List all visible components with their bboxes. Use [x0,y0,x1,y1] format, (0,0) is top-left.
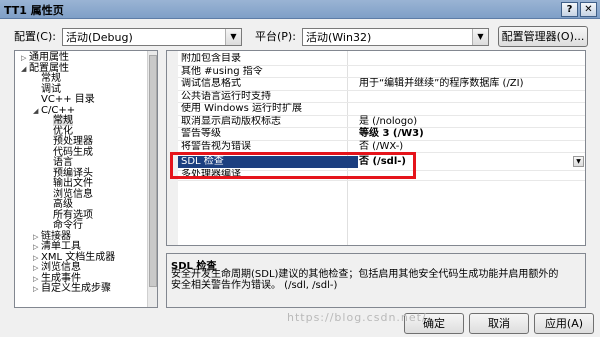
highlight-box [170,152,416,179]
tree-item-label: 清单工具 [41,241,81,252]
window-title: TT1 属性页 [4,4,64,17]
help-button[interactable]: ? [561,2,578,17]
chevron-down-icon[interactable]: ▼ [472,29,488,45]
apply-button[interactable]: 应用(A) [534,313,594,334]
tree-item-label: VC++ 目录 [41,94,95,105]
tree-item-label: 配置属性 [29,62,69,74]
title-bar: TT1 属性页 ? ✕ [0,0,600,19]
property-name: 警告等级 [181,128,221,139]
property-name: 附加包含目录 [181,53,241,64]
description-panel: SDL 检查 安全开发生命周期(SDL)建议的其他检查；包括启用其他安全代码生成… [166,253,586,308]
tree-item-label: 自定义生成步骤 [41,283,111,294]
tree-item-label: 调试 [41,83,61,95]
property-tree[interactable]: ▷ 通用属性 ◢ 配置属性 常规 调试 VC++ 目录 ◢ C/C++ 常规 优化 预处理器 代码生成语… [14,50,158,308]
property-row[interactable]: 使用 Windows 运行时扩展 [178,103,585,116]
tree-scrollbar[interactable] [147,51,157,307]
tree-item-label: 预处理器 [53,136,93,147]
platform-label: 平台(P): [255,30,296,43]
property-name: 将警告视为错误 [181,140,251,152]
property-row[interactable]: 附加包含目录 [178,53,585,66]
property-name: 其他 #using 指令 [181,65,263,77]
tree-item-label: XML 文档生成器 [41,251,116,263]
property-name: 公共语言运行时支持 [181,90,271,102]
tree-item-label: 代码生成 [53,146,93,158]
tree-item-label: 常规 [53,115,73,126]
property-grid[interactable]: 附加包含目录 其他 #using 指令 调试信息格式 用于“编辑并继续”的程序数据库 … [166,50,586,246]
grid-gutter [167,51,178,245]
platform-select[interactable]: 活动(Win32) ▼ [302,28,489,46]
platform-value: 活动(Win32) [306,31,372,44]
config-select[interactable]: 活动(Debug) ▼ [62,28,242,46]
tree-item-label: C/C++ [41,104,76,116]
tree-item-label: 优化 [53,125,73,137]
watermark: https://blog.csdn.net/... [287,311,441,324]
expand-arrow-icon[interactable]: ▷ [33,284,41,295]
expand-arrow-icon[interactable]: ▷ [33,263,41,274]
config-manager-button[interactable]: 配置管理器(O)... [498,26,588,47]
expand-arrow-icon[interactable]: ▷ [33,232,41,243]
tree-item-label: 所有选项 [53,209,93,221]
chevron-down-icon[interactable]: ▼ [573,156,584,167]
property-name: 取消显示启动版权标志 [181,115,281,127]
tree-item-label: 链接器 [41,230,71,242]
expand-arrow-icon[interactable]: ◢ [33,106,41,117]
description-body: 安全开发生命周期(SDL)建议的其他检查；包括启用其他安全代码生成功能并启用额外… [171,269,559,291]
tree-item-label: 浏览信息 [53,188,93,200]
cancel-button[interactable]: 取消 [469,313,529,334]
config-label: 配置(C): [14,30,56,43]
property-value[interactable]: 用于“编辑并继续”的程序数据库 (/ZI) [359,78,524,90]
property-name: 使用 Windows 运行时扩展 [181,103,302,114]
property-value[interactable]: 否 (/WX-) [359,141,403,153]
close-button[interactable]: ✕ [580,2,597,17]
expand-arrow-icon[interactable]: ▷ [33,242,41,253]
chevron-down-icon[interactable]: ▼ [225,29,241,45]
property-name: 调试信息格式 [181,78,241,89]
tree-item-label: 命令行 [53,220,83,231]
expand-arrow-icon[interactable]: ▷ [33,274,41,285]
tree-item-label: 高级 [53,199,73,210]
tree-item[interactable]: ▷ 自定义生成步骤 [33,283,111,295]
tree-item-label: 生成事件 [41,272,81,284]
tree-scroll-thumb[interactable] [149,55,157,287]
property-row[interactable]: 公共语言运行时支持 [178,90,585,103]
tree-item-label: 通用属性 [29,52,69,63]
tree-item-label: 输出文件 [53,178,93,189]
tree-item-label: 预编译头 [53,167,93,179]
property-value[interactable]: 是 (/nologo) [359,116,417,128]
property-value[interactable]: 等级 3 (/W3) [359,128,424,140]
tree-item-label: 语言 [53,157,73,168]
tree-item-label: 常规 [41,73,61,84]
expand-arrow-icon[interactable]: ▷ [21,53,29,64]
config-value: 活动(Debug) [66,31,133,44]
tree-item-label: 浏览信息 [41,262,81,273]
property-row[interactable]: 取消显示启动版权标志 是 (/nologo) [178,115,585,128]
property-row[interactable]: 调试信息格式 用于“编辑并继续”的程序数据库 (/ZI) [178,78,585,91]
property-row[interactable]: 警告等级 等级 3 (/W3) [178,128,585,141]
expand-arrow-icon[interactable]: ◢ [21,64,29,75]
expand-arrow-icon[interactable]: ▷ [33,253,41,264]
property-row[interactable]: 其他 #using 指令 [178,65,585,78]
